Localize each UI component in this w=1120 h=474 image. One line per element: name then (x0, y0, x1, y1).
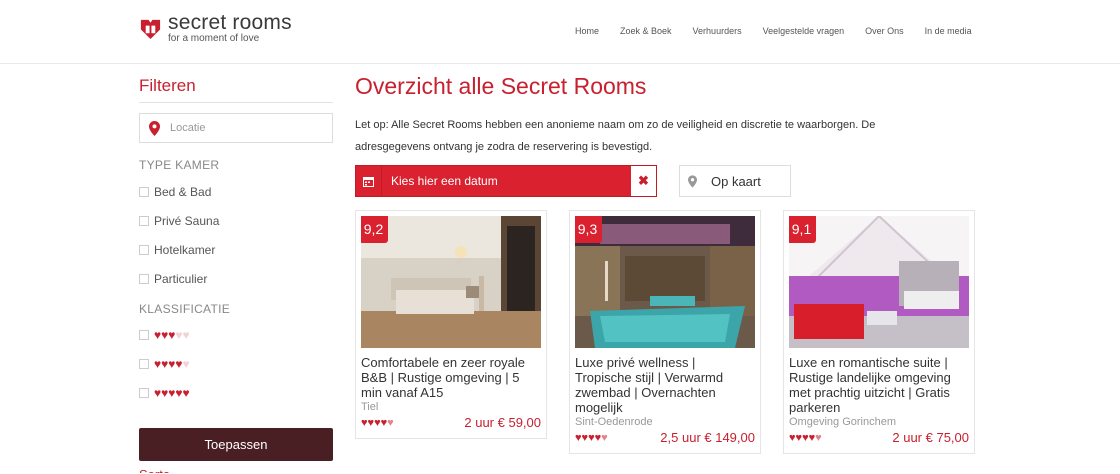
map-view-button[interactable]: Op kaart (679, 165, 791, 197)
filter-label: Bed & Bad (154, 184, 212, 199)
room-title[interactable]: Luxe en romantische suite | Rustige land… (789, 355, 969, 415)
search-controls: Kies hier een datum ✖ Op kaart (355, 165, 975, 197)
nav-zoek-boek[interactable]: Zoek & Boek (620, 26, 672, 36)
heart-rating-3: ♥♥♥♥♥ (154, 327, 190, 342)
filter-prive-sauna[interactable]: Privé Sauna (139, 206, 333, 235)
room-rating: ♥♥♥♥♥ (789, 431, 822, 444)
classification-label: KLASSIFICATIE (139, 302, 231, 316)
nav-in-de-media[interactable]: In de media (925, 26, 972, 36)
checkbox[interactable] (139, 358, 149, 369)
heart-rating-4: ♥♥♥♥♥ (154, 356, 190, 371)
room-price: 2,5 uur € 149,00 (660, 430, 755, 445)
main-content: Overzicht alle Secret Rooms Let op: Alle… (355, 73, 975, 454)
filter-classification-5[interactable]: ♥♥♥♥♥ (139, 378, 333, 407)
room-location: Sint-Oedenrode (575, 416, 653, 428)
room-price: 2 uur € 59,00 (464, 415, 541, 430)
privacy-notice: Let op: Alle Secret Rooms hebben een ano… (355, 119, 876, 153)
page-title: Overzicht alle Secret Rooms (355, 73, 647, 99)
filter-classification-4[interactable]: ♥♥♥♥♥ (139, 349, 333, 378)
heart-rating-5: ♥♥♥♥♥ (154, 385, 190, 400)
checkbox[interactable] (139, 387, 149, 398)
nav-over-ons[interactable]: Over Ons (865, 26, 904, 36)
nav-home[interactable]: Home (575, 26, 599, 36)
filter-label: Particulier (154, 271, 208, 286)
room-footer: ♥♥♥♥♥ 2 uur € 75,00 (789, 430, 969, 445)
room-photo: 9,2 (361, 216, 541, 348)
room-title[interactable]: Luxe privé wellness | Tropische stijl | … (575, 355, 755, 415)
room-location: Omgeving Gorinchem (789, 416, 896, 428)
filter-label: Privé Sauna (154, 213, 220, 228)
room-photo: 9,3 (575, 216, 755, 348)
room-footer: ♥♥♥♥♥ 2,5 uur € 149,00 (575, 430, 755, 445)
brand-name: secret rooms (168, 11, 292, 34)
heart-logo-icon (140, 19, 161, 40)
filter-hotelkamer[interactable]: Hotelkamer (139, 235, 333, 264)
room-price: 2 uur € 75,00 (892, 430, 969, 445)
filter-particulier[interactable]: Particulier (139, 264, 333, 293)
room-photo: 9,1 (789, 216, 969, 348)
brand-tagline: for a moment of love (168, 33, 260, 44)
room-card[interactable]: 9,2 Comfortabele en zeer royale B&B | Ru… (355, 210, 547, 439)
clear-date-icon[interactable]: ✖ (631, 166, 656, 196)
checkbox[interactable] (139, 215, 149, 226)
map-label: Op kaart (711, 173, 761, 189)
date-label: Kies hier een datum (391, 174, 498, 188)
filter-sidebar: Filteren Locatie TYPE KAMER Bed & Bad Pr… (139, 76, 333, 473)
main-nav: Home Zoek & Boek Verhuurders Veelgesteld… (575, 26, 993, 36)
room-card[interactable]: 9,1 Luxe en romantische suite | Rustige … (783, 210, 975, 454)
filter-classification-3[interactable]: ♥♥♥♥♥ (139, 320, 333, 349)
nav-faq[interactable]: Veelgestelde vragen (763, 26, 845, 36)
room-score: 9,2 (361, 216, 388, 243)
room-title[interactable]: Comfortabele en zeer royale B&B | Rustig… (361, 355, 541, 400)
room-location: Tiel (361, 401, 379, 413)
filter-label: Hotelkamer (154, 242, 216, 257)
map-marker-icon (149, 120, 160, 136)
site-header: secret rooms for a moment of love Home Z… (0, 0, 1120, 64)
room-card[interactable]: 9,3 Luxe privé wellness | Tropische stij… (569, 210, 761, 454)
sort-label: Sorteren (139, 467, 169, 473)
room-score: 9,3 (575, 216, 602, 243)
filter-bed-bad[interactable]: Bed & Bad (139, 177, 333, 206)
checkbox[interactable] (139, 244, 149, 255)
logo[interactable]: secret rooms for a moment of love (139, 12, 292, 44)
checkbox[interactable] (139, 273, 149, 284)
apply-button[interactable]: Toepassen (139, 428, 333, 461)
filter-title: Filteren (139, 76, 333, 103)
room-score: 9,1 (789, 216, 816, 243)
location-placeholder: Locatie (170, 122, 206, 134)
room-footer: ♥♥♥♥♥ 2 uur € 59,00 (361, 415, 541, 430)
map-marker-icon (688, 174, 697, 188)
room-type-label: TYPE KAMER (139, 158, 220, 172)
checkbox[interactable] (139, 329, 149, 340)
calendar-icon (356, 166, 382, 196)
date-picker[interactable]: Kies hier een datum ✖ (355, 165, 657, 197)
nav-verhuurders[interactable]: Verhuurders (693, 26, 742, 36)
checkbox[interactable] (139, 186, 149, 197)
room-rating: ♥♥♥♥♥ (575, 431, 608, 444)
room-rating: ♥♥♥♥♥ (361, 416, 394, 429)
location-input[interactable]: Locatie (139, 113, 333, 143)
